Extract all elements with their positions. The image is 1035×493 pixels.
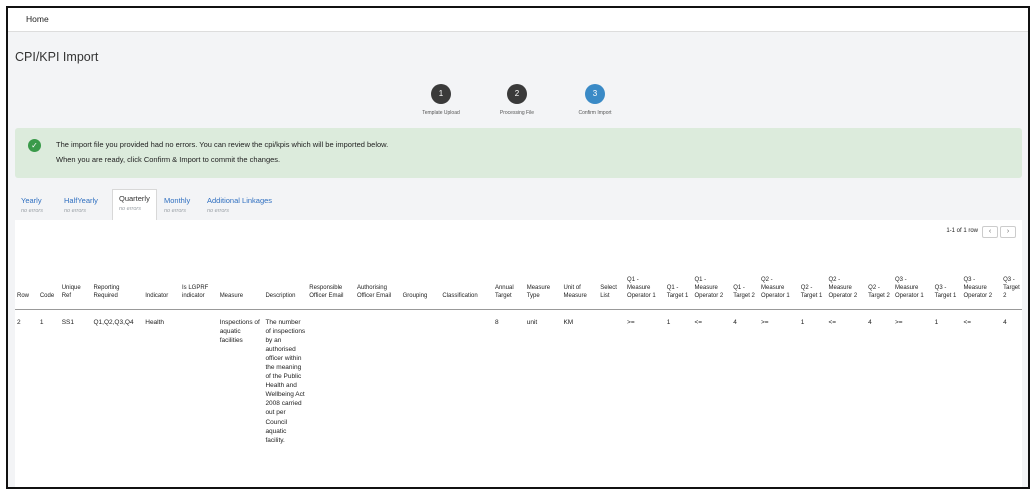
table-cell: 1	[39, 318, 44, 326]
tab-status: no errors	[207, 208, 230, 214]
tab-label: Quarterly	[119, 194, 150, 203]
tab-label: Monthly	[164, 196, 191, 205]
column-header: Q1 - Target 1	[664, 258, 693, 310]
table-row: 2 1 SS1 Q1,Q2,Q3,Q4 Health Inspections o…	[15, 309, 1022, 445]
table-cell: 4	[1003, 318, 1007, 326]
page-title: CPI/KPI Import	[15, 50, 99, 64]
table-cell	[401, 309, 441, 445]
table-cell: 4	[733, 318, 737, 326]
column-header: Indicator	[143, 258, 180, 310]
column-header: Q2 - Target 1	[798, 258, 827, 310]
tab-label: Yearly	[21, 196, 42, 205]
table-cell: >=	[761, 318, 769, 326]
step-number: 1	[431, 84, 451, 104]
column-header: Classification	[440, 258, 493, 310]
column-header: Q3 - Measure Operator 2	[961, 258, 1002, 310]
tab-label: Additional Linkages	[207, 196, 273, 205]
table-cell: KM	[563, 318, 574, 326]
column-header: Q2 - Measure Operator 1	[759, 258, 799, 310]
table-cell: <=	[828, 318, 837, 326]
tab-halfyearly[interactable]: HalfYearly no errors	[58, 192, 104, 220]
table-cell: unit	[526, 318, 538, 326]
tab-status: no errors	[64, 208, 87, 214]
tab-additional-linkages[interactable]: Additional Linkages no errors	[201, 192, 278, 220]
table-cell: The number of inspections by an authoris…	[265, 318, 306, 444]
table-cell: >=	[894, 318, 903, 326]
column-header: Select List	[598, 258, 626, 310]
table-header-row: Row Code Unique Ref Reporting Required I…	[15, 258, 1022, 310]
tab-yearly[interactable]: Yearly no errors	[15, 192, 49, 220]
table-cell: 1	[800, 318, 805, 326]
column-header: Is LGPRF indicator	[179, 258, 218, 310]
column-header: Code	[37, 258, 60, 310]
app-frame: Home CPI/KPI Import 1 Template Upload 2 …	[6, 6, 1030, 489]
column-header: Reporting Required	[91, 258, 144, 310]
tab-quarterly[interactable]: Quarterly no errors	[112, 189, 157, 220]
table-cell: >=	[627, 318, 635, 326]
tab-monthly[interactable]: Monthly no errors	[158, 192, 196, 220]
column-header: Q1 - Target 2	[731, 258, 760, 310]
step-number: 2	[507, 84, 527, 104]
table-cell: 1	[666, 318, 671, 326]
column-header: Annual Target	[492, 258, 525, 310]
table-cell: 4	[868, 318, 872, 326]
table-cell	[598, 309, 625, 445]
table-cell: Inspections of aquatic facilities	[219, 318, 260, 344]
table-cell	[307, 309, 355, 445]
prev-page-button[interactable]: ‹	[982, 226, 998, 238]
column-header: Measure Type	[524, 258, 562, 310]
column-header: Q2 - Target 2	[866, 258, 893, 310]
column-header: Authorising Officer Email	[354, 258, 401, 310]
success-alert: ✓ The import file you provided had no er…	[15, 128, 1022, 178]
step-confirm-import: 3 Confirm Import	[560, 84, 630, 116]
row-count: 1-1 of 1 row	[946, 228, 978, 234]
column-header: Q3 - Measure Operator 1	[892, 258, 933, 310]
table-cell: 1	[934, 318, 939, 326]
step-number: 3	[585, 84, 605, 104]
tab-status: no errors	[164, 208, 187, 214]
kpi-table: Row Code Unique Ref Reporting Required I…	[15, 258, 1022, 445]
column-header: Unique Ref	[59, 258, 92, 310]
column-header: Measure	[217, 258, 264, 310]
step-template-upload: 1 Template Upload	[406, 84, 476, 116]
column-header: Row	[15, 258, 38, 310]
table-cell	[355, 309, 401, 445]
tab-status: no errors	[119, 206, 142, 212]
table-cell: 2	[17, 318, 21, 326]
pagination: 1-1 of 1 row ‹ ›	[896, 226, 1016, 238]
table-cell: SS1	[61, 318, 74, 326]
column-header: Q2 - Measure Operator 2	[826, 258, 867, 310]
column-header: Q3 - Target 1	[932, 258, 962, 310]
table-cell	[180, 309, 218, 445]
step-label: Processing File	[499, 110, 535, 116]
table-cell: 8	[494, 318, 499, 326]
alert-instruction: When you are ready, click Confirm & Impo…	[56, 155, 281, 164]
table-cell: Health	[145, 318, 165, 326]
check-circle-icon: ✓	[28, 139, 41, 152]
step-label: Template Upload	[422, 110, 460, 116]
import-stepper: 1 Template Upload 2 Processing File 3 Co…	[8, 84, 1028, 124]
table-panel: 1-1 of 1 row ‹ › Row Code Unique Ref Rep…	[15, 220, 1022, 487]
alert-message: The import file you provided had no erro…	[56, 140, 389, 149]
column-header: Q1 - Measure Operator 1	[625, 258, 665, 310]
table-cell	[440, 309, 493, 445]
column-header: Q1 - Measure Operator 2	[692, 258, 732, 310]
table-cell: <=	[694, 318, 703, 326]
frequency-tabs: Yearly no errors HalfYearly no errors Qu…	[15, 188, 1022, 220]
top-nav-bar: Home	[8, 8, 1028, 32]
column-header: Unit of Measure	[561, 258, 599, 310]
home-link[interactable]: Home	[26, 14, 49, 24]
step-label: Confirm Import	[578, 110, 612, 116]
tab-status: no errors	[21, 208, 44, 214]
table-cell: Q1,Q2,Q3,Q4	[93, 318, 134, 326]
column-header: Description	[263, 258, 308, 310]
tab-label: HalfYearly	[64, 196, 98, 205]
next-page-button[interactable]: ›	[1000, 226, 1016, 238]
column-header: Grouping	[400, 258, 441, 310]
table-cell: <=	[963, 318, 972, 326]
step-processing-file: 2 Processing File	[482, 84, 552, 116]
column-header: Q3 - Target 2	[1001, 258, 1022, 310]
column-header: Responsible Officer Email	[307, 258, 355, 310]
